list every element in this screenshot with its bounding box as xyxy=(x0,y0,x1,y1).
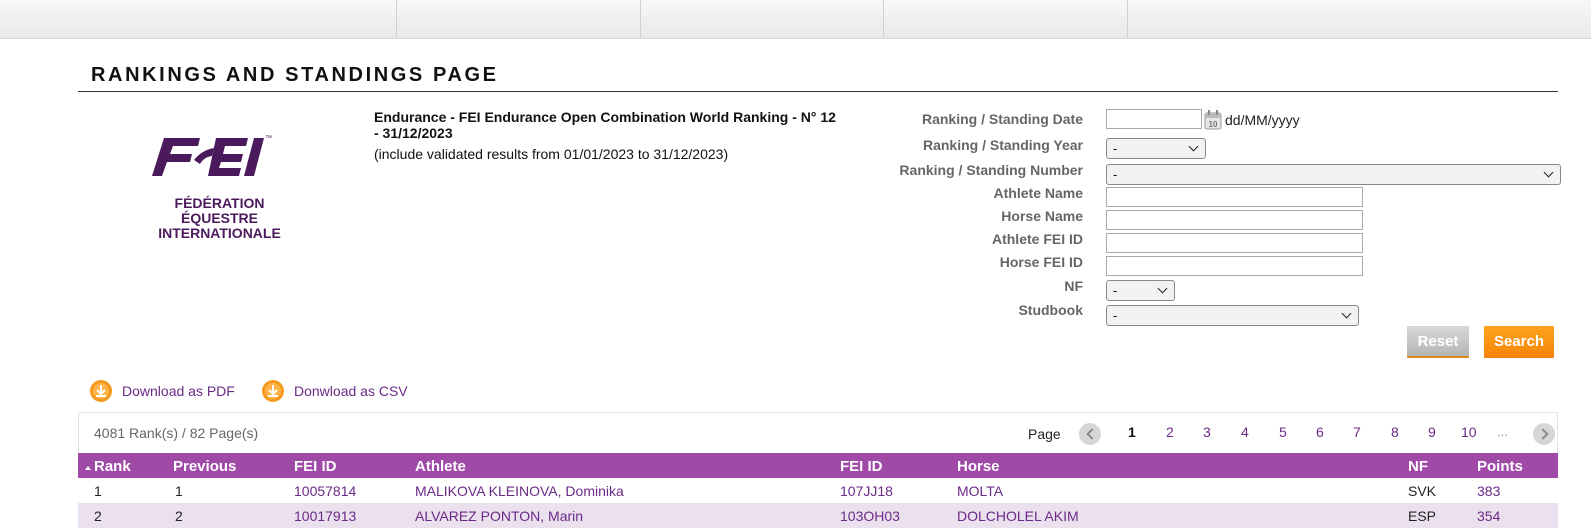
column-header-nf[interactable]: NF xyxy=(1408,458,1428,475)
column-header-athlete[interactable]: Athlete xyxy=(415,458,466,475)
horse-link[interactable]: MOLTA xyxy=(957,483,1003,499)
reset-button[interactable]: Reset xyxy=(1407,326,1469,358)
download-csv-label: Donwload as CSV xyxy=(294,383,408,399)
column-header-previous[interactable]: Previous xyxy=(173,458,236,475)
previous-page-icon[interactable] xyxy=(1079,423,1101,445)
logo-text-line: ÉQUESTRE xyxy=(180,210,258,226)
nav-separator xyxy=(396,0,397,38)
next-page-icon[interactable] xyxy=(1533,423,1555,445)
horse-name-input[interactable] xyxy=(1106,210,1363,230)
nf-label: NF xyxy=(1064,278,1083,294)
logo-text-line: FÉDÉRATION xyxy=(174,195,265,211)
chevron-down-icon xyxy=(1341,308,1352,319)
results-panel xyxy=(78,412,1558,453)
number-select-value: - xyxy=(1113,167,1118,182)
column-header-horse[interactable]: Horse xyxy=(957,458,1000,475)
page-title: RANKINGS AND STANDINGS PAGE xyxy=(91,64,499,86)
page-link-10[interactable]: 10 xyxy=(1461,424,1477,440)
download-icon xyxy=(262,380,284,402)
studbook-select[interactable]: - xyxy=(1106,305,1359,326)
page-link-8[interactable]: 8 xyxy=(1391,424,1399,440)
cell-nf: ESP xyxy=(1408,508,1437,524)
download-icon xyxy=(90,380,112,402)
svg-text:10: 10 xyxy=(1209,120,1218,129)
athlete-fei-id-link[interactable]: 10017913 xyxy=(294,508,356,524)
date-format-hint: dd/MM/yyyy xyxy=(1225,112,1300,128)
horse-id-input[interactable] xyxy=(1106,256,1363,276)
column-header-athlete-fei-id[interactable]: FEI ID xyxy=(294,458,337,475)
date-input[interactable] xyxy=(1106,109,1202,129)
chevron-down-icon xyxy=(1157,283,1168,294)
number-label: Ranking / Standing Number xyxy=(899,162,1083,178)
logo-text-line: INTERNATIONALE xyxy=(158,225,281,241)
ranking-title: Endurance - FEI Endurance Open Combinati… xyxy=(374,109,836,141)
cell-previous: 2 xyxy=(175,508,183,524)
sort-ascending-icon[interactable] xyxy=(85,466,91,470)
nav-separator xyxy=(640,0,641,38)
calendar-icon[interactable]: 10 xyxy=(1204,110,1222,130)
points-link[interactable]: 383 xyxy=(1477,483,1500,499)
column-header-horse-fei-id[interactable]: FEI ID xyxy=(840,458,883,475)
year-select[interactable]: - xyxy=(1106,138,1206,159)
horse-name-label: Horse Name xyxy=(1001,208,1083,224)
horse-fei-id-link[interactable]: 107JJ18 xyxy=(840,483,893,499)
page-link-9[interactable]: 9 xyxy=(1428,424,1436,440)
athlete-id-input[interactable] xyxy=(1106,233,1363,253)
athlete-fei-id-link[interactable]: 10057814 xyxy=(294,483,356,499)
download-pdf-label: Download as PDF xyxy=(122,383,235,399)
athlete-id-label: Athlete FEI ID xyxy=(991,231,1083,247)
studbook-select-value: - xyxy=(1113,308,1118,323)
page-link-2[interactable]: 2 xyxy=(1166,424,1174,440)
column-header-rank[interactable]: Rank xyxy=(94,458,131,475)
page-label: Page xyxy=(1028,426,1061,442)
horse-fei-id-link[interactable]: 103OH03 xyxy=(840,508,900,524)
page-ellipsis: ... xyxy=(1497,424,1508,439)
year-label: Ranking / Standing Year xyxy=(922,137,1083,153)
chevron-down-icon xyxy=(1543,167,1554,178)
nav-separator xyxy=(883,0,884,38)
download-pdf-link[interactable]: Download as PDF xyxy=(90,380,235,402)
logo-wordmark: FÉDÉRATION ÉQUESTRE INTERNATIONALE xyxy=(142,196,297,241)
ranking-subtitle: (include validated results from 01/01/20… xyxy=(374,146,729,162)
cell-previous: 1 xyxy=(175,483,183,499)
download-csv-link[interactable]: Donwload as CSV xyxy=(262,380,408,402)
page-link-7[interactable]: 7 xyxy=(1353,424,1361,440)
title-divider xyxy=(78,91,1558,92)
studbook-label: Studbook xyxy=(1018,302,1083,318)
athlete-link[interactable]: ALVAREZ PONTON, Marin xyxy=(415,508,583,524)
page-link-3[interactable]: 3 xyxy=(1203,424,1211,440)
date-label: Ranking / Standing Date xyxy=(921,111,1083,127)
athlete-link[interactable]: MALIKOVA KLEINOVA, Dominika xyxy=(415,483,624,499)
cell-rank: 2 xyxy=(94,508,102,524)
cell-rank: 1 xyxy=(94,483,102,499)
horse-id-label: Horse FEI ID xyxy=(999,254,1083,270)
page-link-5[interactable]: 5 xyxy=(1279,424,1287,440)
year-select-value: - xyxy=(1113,141,1118,156)
chevron-down-icon xyxy=(1188,141,1199,152)
column-header-points[interactable]: Points xyxy=(1477,458,1523,475)
cell-nf: SVK xyxy=(1408,483,1437,499)
number-select[interactable]: - xyxy=(1106,164,1561,185)
svg-text:™: ™ xyxy=(265,135,272,142)
page-link-1[interactable]: 1 xyxy=(1128,424,1136,440)
nf-select[interactable]: - xyxy=(1106,280,1175,301)
nf-select-value: - xyxy=(1113,283,1118,298)
result-count: 4081 Rank(s) / 82 Page(s) xyxy=(94,425,259,441)
horse-link[interactable]: DOLCHOLEL AKIM xyxy=(957,508,1079,524)
points-link[interactable]: 354 xyxy=(1477,508,1500,524)
fei-logo-mark-icon: ™ xyxy=(152,135,272,176)
fei-logo: ™ xyxy=(148,130,298,182)
athlete-name-input[interactable] xyxy=(1106,187,1363,207)
search-button[interactable]: Search xyxy=(1484,326,1554,358)
nav-separator xyxy=(1127,0,1128,38)
top-navigation-bar xyxy=(0,0,1591,39)
page-link-6[interactable]: 6 xyxy=(1316,424,1324,440)
athlete-name-label: Athlete Name xyxy=(993,185,1083,201)
page-link-4[interactable]: 4 xyxy=(1241,424,1249,440)
